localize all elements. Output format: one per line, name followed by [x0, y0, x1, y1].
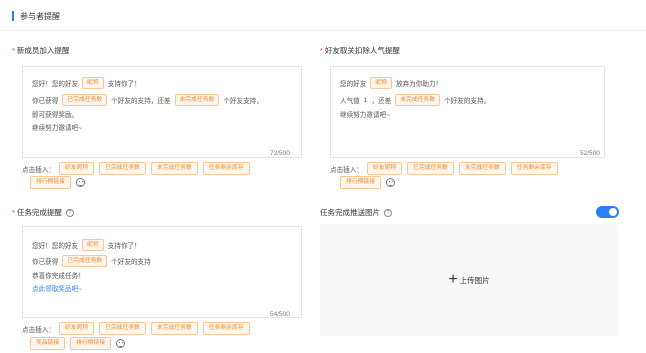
friend-cancel-label: * 好友取关扣除人气提醒 [320, 46, 400, 55]
task-complete-insert-row: 点击插入： 好友昵称 已完成任务数 未完成任务数 任务剩余库存 [22, 322, 312, 335]
friend-cancel-insert-row: 点击插入： 好友昵称 已完成任务数 未完成任务数 任务剩余库存 [330, 162, 620, 175]
plus-icon: + [448, 271, 458, 288]
editor-line: 即可获得奖励。 [32, 112, 79, 119]
nickname-chip: 昵称 [82, 239, 104, 251]
editor-line: 继续努力邀请吧~ [32, 125, 83, 132]
task-complete-insert-row-2: 奖品链接 排行榜链接 [30, 337, 126, 350]
insert-label: 点击插入： [22, 326, 55, 334]
help-icon[interactable]: ? [384, 209, 392, 218]
friend-cancel-insert-row-2: 排行榜链接 [340, 176, 395, 189]
editor-line: 继续努力邀请吧~ [340, 112, 391, 119]
insert-tag-leaderboard-link[interactable]: 排行榜链接 [340, 176, 381, 189]
editor-line: 恭喜你完成任务！ [32, 273, 85, 280]
insert-tag-remaining-stock[interactable]: 任务剩余库存 [202, 162, 250, 175]
completed-count-chip: 已完成任务数 [62, 255, 108, 267]
header-accent-bar [12, 11, 14, 21]
task-complete-label: * 任务完成提醒? [12, 207, 74, 218]
help-icon[interactable]: ? [65, 209, 74, 218]
remaining-count-chip: 未完成任务数 [395, 94, 441, 106]
emoji-icon[interactable] [386, 178, 395, 187]
nickname-chip: 昵称 [82, 77, 104, 89]
insert-tag-friend-nickname[interactable]: 好友昵称 [58, 322, 95, 335]
editor-line: 你已获得 已完成任务数 个好友的支持，还差 未完成任务数 个好友支持， [32, 94, 263, 106]
new-member-insert-row: 点击插入： 好友昵称 已完成任务数 未完成任务数 任务剩余库存 [22, 162, 302, 175]
push-image-toggle[interactable] [596, 206, 619, 218]
insert-tag-friend-nickname[interactable]: 好友昵称 [58, 162, 95, 175]
task-complete-editor[interactable]: 您好！您的好友 昵称 支持你了！ 你已获得 已完成任务数 个好友的支持 恭喜你完… [22, 226, 302, 318]
insert-tag-completed-count[interactable]: 已完成任务数 [99, 162, 146, 175]
section-title: 参与者提醒 [20, 12, 60, 21]
editor-line: 你已获得 已完成任务数 个好友的支持 [32, 255, 151, 267]
nickname-chip: 昵称 [370, 77, 392, 89]
insert-tag-prize-link[interactable]: 奖品链接 [30, 337, 66, 350]
image-upload-area[interactable]: + 上传图片 [320, 224, 618, 336]
insert-tag-leaderboard-link[interactable]: 排行榜链接 [30, 176, 71, 189]
toggle-knob [609, 208, 617, 216]
emoji-icon[interactable] [76, 178, 85, 187]
friend-cancel-char-counter: 52/500 [580, 150, 600, 157]
prize-link-line[interactable]: 点此领取奖品吧~ [32, 283, 82, 293]
insert-label: 点击插入： [330, 166, 363, 174]
upload-label: 上传图片 [459, 275, 490, 285]
editor-line: 人气值 1 ，还差 未完成任务数 个好友的支持。 [340, 94, 490, 106]
editor-line: 您好！您的好友 昵称 支持你了！ [32, 239, 141, 251]
new-member-editor[interactable]: 您好！您的好友 昵称 支持你了！ 你已获得 已完成任务数 个好友的支持，还差 未… [22, 66, 302, 158]
insert-tag-remaining-count[interactable]: 未完成任务数 [150, 162, 198, 175]
insert-tag-completed-count[interactable]: 已完成任务数 [99, 322, 146, 335]
task-complete-char-counter: 54/500 [270, 311, 290, 318]
editor-line: 您好！您的好友 昵称 支持你了！ [32, 77, 141, 89]
new-member-insert-row-2: 排行榜链接 [30, 176, 85, 189]
insert-tag-remaining-stock[interactable]: 任务剩余库存 [510, 162, 558, 175]
push-image-label: 任务完成推送图片? [320, 207, 392, 218]
insert-tag-leaderboard-link[interactable]: 排行榜链接 [70, 337, 112, 350]
insert-tag-friend-nickname[interactable]: 好友昵称 [366, 162, 403, 175]
section-header: 参与者提醒 [0, 0, 646, 31]
insert-tag-remaining-count[interactable]: 未完成任务数 [150, 322, 198, 335]
editor-line: 您的好友 昵称 放弃为你助力！ [340, 77, 442, 89]
new-member-char-counter: 72/500 [270, 150, 290, 157]
insert-tag-remaining-stock[interactable]: 任务剩余库存 [202, 322, 250, 335]
new-member-label: * 新成员加入提醒 [12, 46, 70, 55]
insert-tag-remaining-count[interactable]: 未完成任务数 [458, 162, 506, 175]
emoji-icon[interactable] [116, 339, 126, 348]
completed-count-chip: 已完成任务数 [62, 94, 108, 106]
insert-tag-completed-count[interactable]: 已完成任务数 [407, 162, 454, 175]
remaining-count-chip: 未完成任务数 [174, 94, 220, 106]
insert-label: 点击插入： [22, 166, 55, 174]
friend-cancel-editor[interactable]: 您的好友 昵称 放弃为你助力！ 人气值 1 ，还差 未完成任务数 个好友的支持。… [330, 66, 605, 158]
